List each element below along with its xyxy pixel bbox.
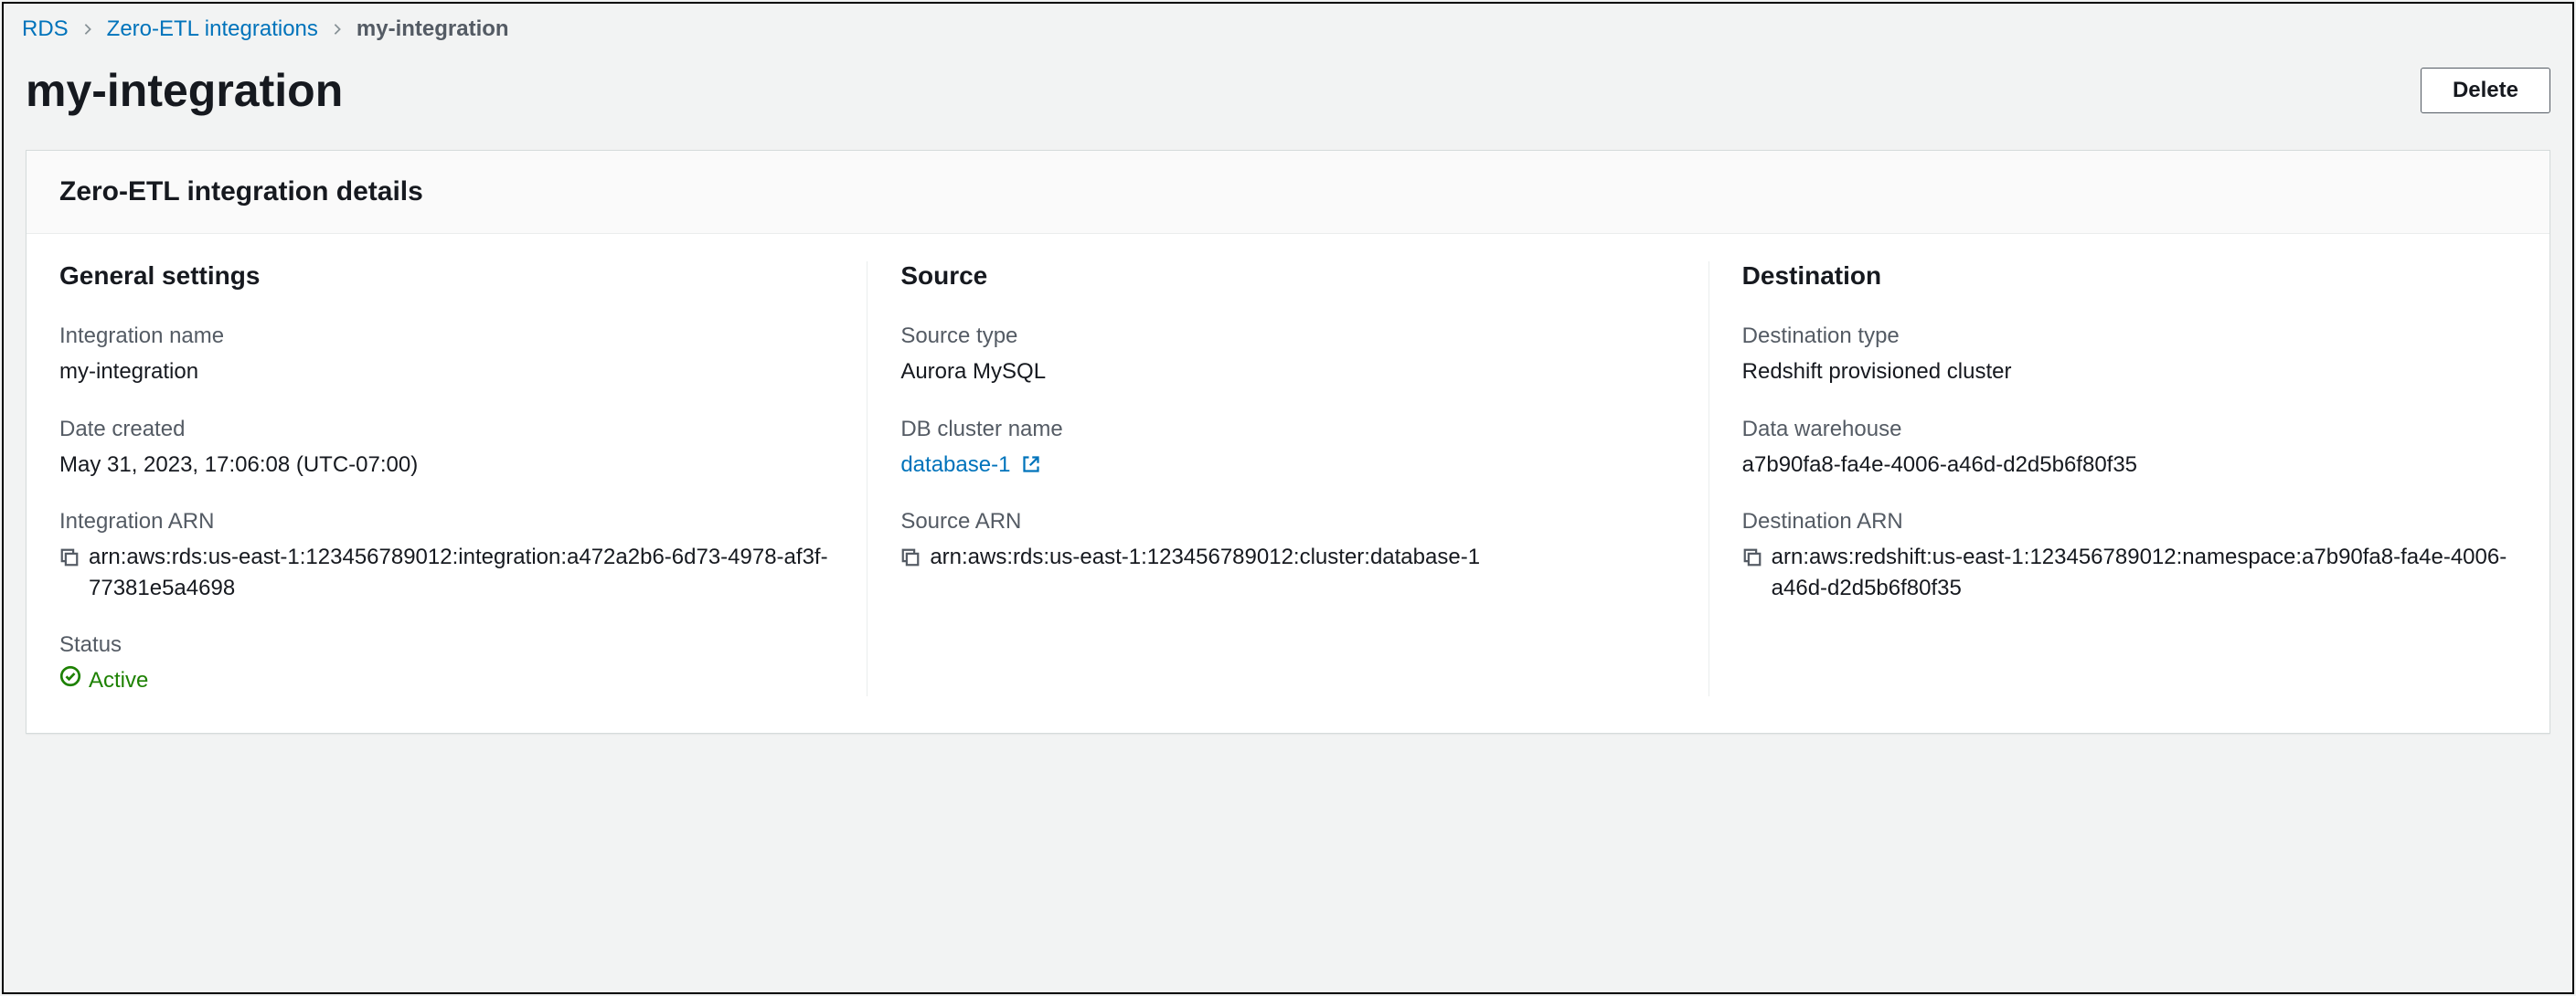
destination-arn-value: arn:aws:redshift:us-east-1:123456789012:… [1772, 542, 2517, 603]
breadcrumb-root[interactable]: RDS [22, 16, 69, 42]
copy-icon[interactable] [1742, 546, 1762, 566]
general-heading: General settings [59, 261, 834, 291]
data-warehouse-field: Data warehouse a7b90fa8-fa4e-4006-a46d-d… [1742, 417, 2517, 481]
source-column: Source Source type Aurora MySQL DB clust… [867, 261, 1708, 696]
destination-heading: Destination [1742, 261, 2517, 291]
breadcrumb-current: my-integration [357, 16, 509, 42]
general-settings-column: General settings Integration name my-int… [27, 261, 867, 696]
destination-type-label: Destination type [1742, 323, 2517, 349]
integration-arn-value: arn:aws:rds:us-east-1:123456789012:integ… [89, 542, 834, 603]
integration-arn-field: Integration ARN arn:aws:rds:us-east-1:12… [59, 509, 834, 603]
destination-column: Destination Destination type Redshift pr… [1708, 261, 2549, 696]
date-created-label: Date created [59, 417, 834, 442]
panel-header: Zero-ETL integration details [27, 151, 2549, 234]
copy-icon[interactable] [59, 546, 80, 566]
db-cluster-name-label: DB cluster name [900, 417, 1675, 442]
chevron-right-icon [331, 23, 344, 36]
external-link-icon [1017, 452, 1040, 477]
integration-name-field: Integration name my-integration [59, 323, 834, 387]
source-arn-value: arn:aws:rds:us-east-1:123456789012:clust… [930, 542, 1675, 573]
page-title: my-integration [26, 64, 343, 117]
breadcrumb-section[interactable]: Zero-ETL integrations [107, 16, 318, 42]
destination-type-value: Redshift provisioned cluster [1742, 356, 2517, 387]
chevron-right-icon [81, 23, 94, 36]
source-type-label: Source type [900, 323, 1675, 349]
check-circle-icon [59, 665, 81, 696]
source-type-field: Source type Aurora MySQL [900, 323, 1675, 387]
status-value: Active [89, 665, 148, 696]
destination-arn-field: Destination ARN arn:aws:redshift:us-east… [1742, 509, 2517, 603]
data-warehouse-value: a7b90fa8-fa4e-4006-a46d-d2d5b6f80f35 [1742, 450, 2517, 481]
details-panel: Zero-ETL integration details General set… [26, 150, 2550, 734]
destination-arn-label: Destination ARN [1742, 509, 2517, 535]
source-arn-label: Source ARN [900, 509, 1675, 535]
status-label: Status [59, 632, 834, 658]
delete-button[interactable]: Delete [2421, 68, 2550, 113]
date-created-value: May 31, 2023, 17:06:08 (UTC-07:00) [59, 450, 834, 481]
destination-type-field: Destination type Redshift provisioned cl… [1742, 323, 2517, 387]
status-badge: Active [59, 665, 148, 696]
status-field: Status Active [59, 632, 834, 696]
source-arn-field: Source ARN arn:aws:rds:us-east-1:1234567… [900, 509, 1675, 573]
db-cluster-link[interactable]: database-1 [900, 452, 1040, 477]
source-heading: Source [900, 261, 1675, 291]
integration-name-label: Integration name [59, 323, 834, 349]
integration-name-value: my-integration [59, 356, 834, 387]
db-cluster-name-field: DB cluster name database-1 [900, 417, 1675, 481]
date-created-field: Date created May 31, 2023, 17:06:08 (UTC… [59, 417, 834, 481]
copy-icon[interactable] [900, 546, 921, 566]
integration-arn-label: Integration ARN [59, 509, 834, 535]
db-cluster-name-value: database-1 [900, 452, 1010, 477]
panel-title: Zero-ETL integration details [59, 176, 2517, 207]
data-warehouse-label: Data warehouse [1742, 417, 2517, 442]
breadcrumb: RDS Zero-ETL integrations my-integration [4, 4, 2572, 42]
source-type-value: Aurora MySQL [900, 356, 1675, 387]
